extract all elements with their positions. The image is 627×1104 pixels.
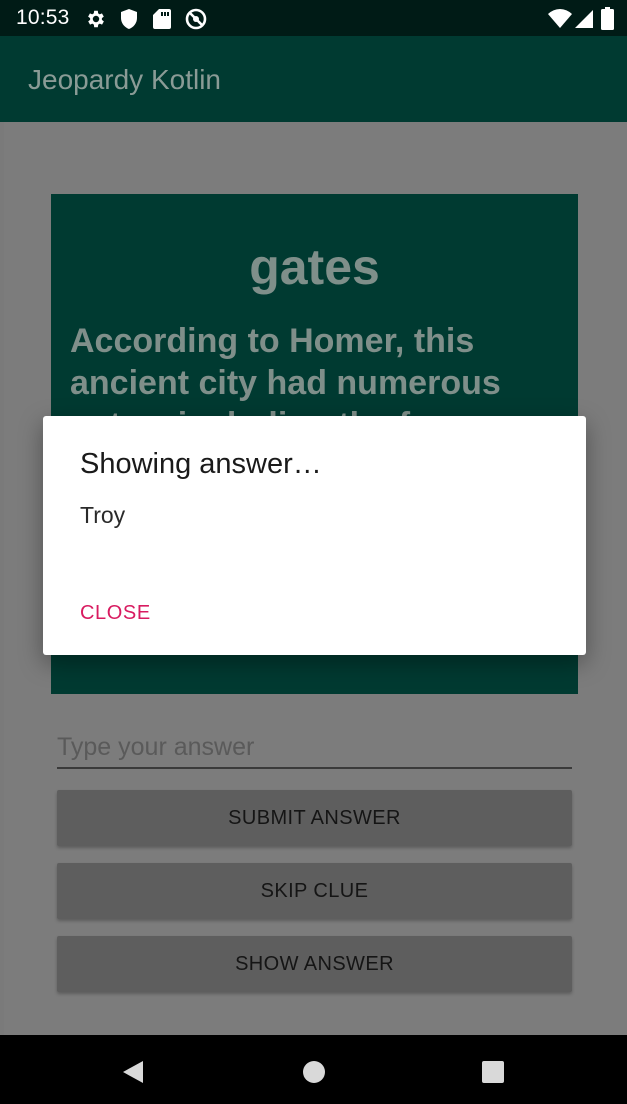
answer-dialog: Showing answer… Troy CLOSE [43,416,586,655]
clue-category: gates [249,239,380,295]
at-sign-icon [185,8,207,30]
app-bar: Jeopardy Kotlin [0,36,627,122]
show-answer-button[interactable]: SHOW ANSWER [57,936,572,992]
wifi-icon [548,9,572,29]
status-time: 10:53 [16,6,70,29]
navigation-bar [0,1035,627,1104]
shield-icon [119,8,139,30]
sd-card-icon [153,8,171,30]
submit-answer-button[interactable]: SUBMIT ANSWER [57,790,572,846]
gear-icon [85,8,107,30]
status-bar: 10:53 [0,0,627,36]
signal-icon [574,9,594,29]
app-title: Jeopardy Kotlin [28,64,222,95]
back-icon[interactable] [121,1060,145,1084]
recents-icon[interactable] [482,1061,504,1083]
battery-icon [601,7,614,30]
skip-clue-button[interactable]: SKIP CLUE [57,863,572,919]
dialog-close-button[interactable]: CLOSE [80,602,151,625]
answer-input[interactable] [57,728,572,766]
dialog-message: Troy [80,502,126,528]
dialog-title: Showing answer… [80,448,322,480]
answer-input-container [57,728,572,769]
home-icon[interactable] [302,1060,326,1084]
